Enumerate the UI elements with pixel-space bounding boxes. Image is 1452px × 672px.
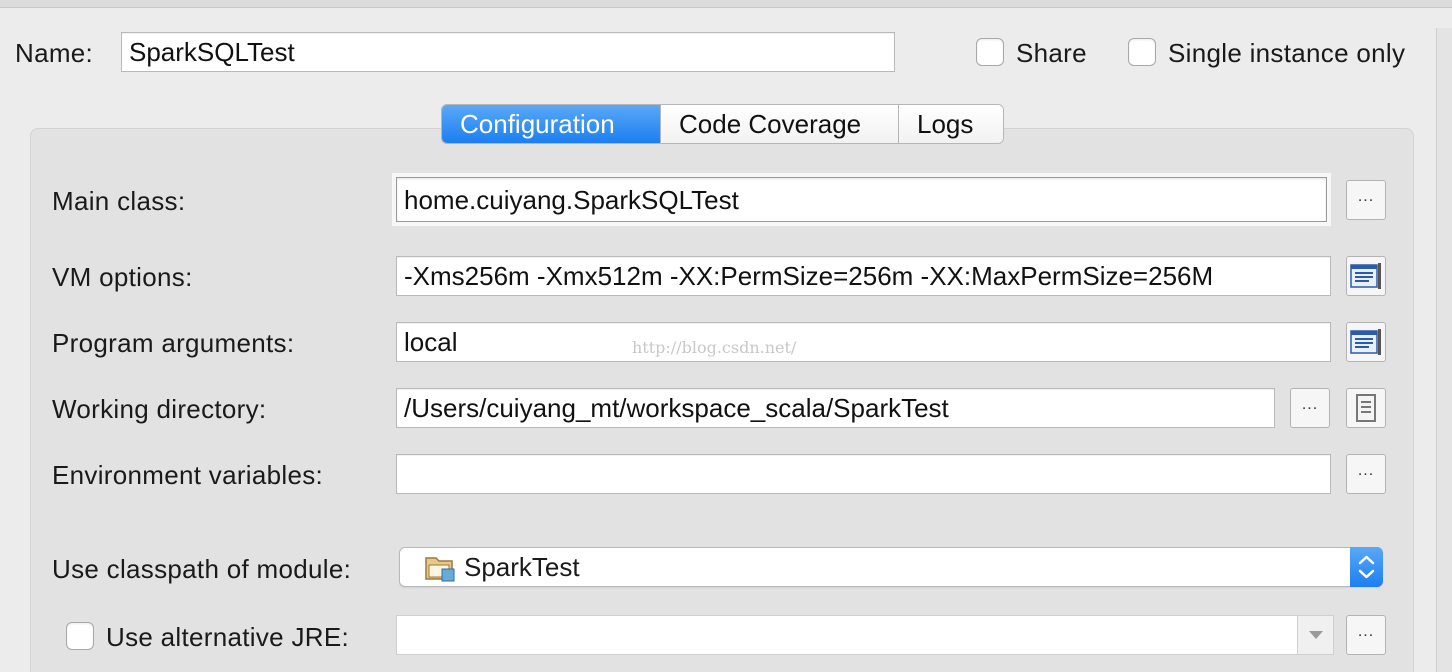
share-checkbox[interactable]	[976, 38, 1004, 66]
main-class-label: Main class:	[52, 186, 186, 216]
tab-configuration[interactable]: Configuration	[442, 105, 661, 143]
vm-options-label: VM options:	[52, 262, 193, 292]
program-arguments-input[interactable]: local	[396, 322, 1331, 362]
program-arguments-label: Program arguments:	[52, 328, 295, 358]
main-class-input[interactable]: home.cuiyang.SparkSQLTest	[396, 177, 1327, 222]
chevron-down-icon	[1308, 631, 1323, 639]
alternative-jre-select[interactable]	[396, 615, 1334, 655]
share-label: Share	[1016, 38, 1087, 68]
window-right-scroll-edge	[1436, 28, 1452, 672]
single-instance-checkbox[interactable]	[1128, 38, 1156, 66]
working-directory-browse-button[interactable]: ...	[1290, 388, 1330, 428]
environment-variables-input[interactable]	[396, 454, 1331, 494]
watermark-text: http://blog.csdn.net/	[632, 338, 797, 357]
alternative-jre-dropdown-button[interactable]	[1297, 615, 1334, 655]
environment-variables-browse-button[interactable]: ...	[1346, 454, 1386, 494]
classpath-module-value: SparkTest	[464, 552, 580, 582]
name-label: Name:	[15, 38, 94, 68]
tab-logs[interactable]: Logs	[899, 105, 1003, 143]
program-arguments-expand-button[interactable]	[1346, 322, 1386, 362]
expand-editor-icon	[1350, 329, 1381, 355]
alternative-jre-checkbox[interactable]	[66, 622, 94, 650]
alternative-jre-browse-button[interactable]: ...	[1346, 615, 1386, 655]
alternative-jre-label: Use alternative JRE:	[106, 622, 349, 652]
insert-macro-icon	[1356, 394, 1376, 422]
module-folder-icon	[425, 557, 455, 582]
environment-variables-label: Environment variables:	[52, 460, 324, 490]
single-instance-label: Single instance only	[1168, 38, 1406, 68]
main-class-browse-button[interactable]: ...	[1346, 180, 1386, 220]
expand-editor-icon	[1350, 263, 1381, 289]
working-directory-label: Working directory:	[52, 394, 267, 424]
vm-options-expand-button[interactable]	[1346, 256, 1386, 296]
classpath-module-label: Use classpath of module:	[52, 554, 352, 584]
vm-options-input[interactable]: -Xms256m -Xmx512m -XX:PermSize=256m -XX:…	[396, 256, 1331, 296]
window-top-edge	[0, 0, 1452, 8]
up-down-stepper-icon[interactable]	[1350, 547, 1383, 587]
working-directory-macro-button[interactable]	[1346, 388, 1386, 428]
working-directory-input[interactable]: /Users/cuiyang_mt/workspace_scala/SparkT…	[396, 388, 1275, 428]
tab-code-coverage[interactable]: Code Coverage	[661, 105, 899, 143]
name-input[interactable]: SparkSQLTest	[121, 32, 895, 72]
tab-bar: Configuration Code Coverage Logs	[441, 104, 1004, 144]
classpath-module-select[interactable]: SparkTest	[399, 547, 1383, 587]
